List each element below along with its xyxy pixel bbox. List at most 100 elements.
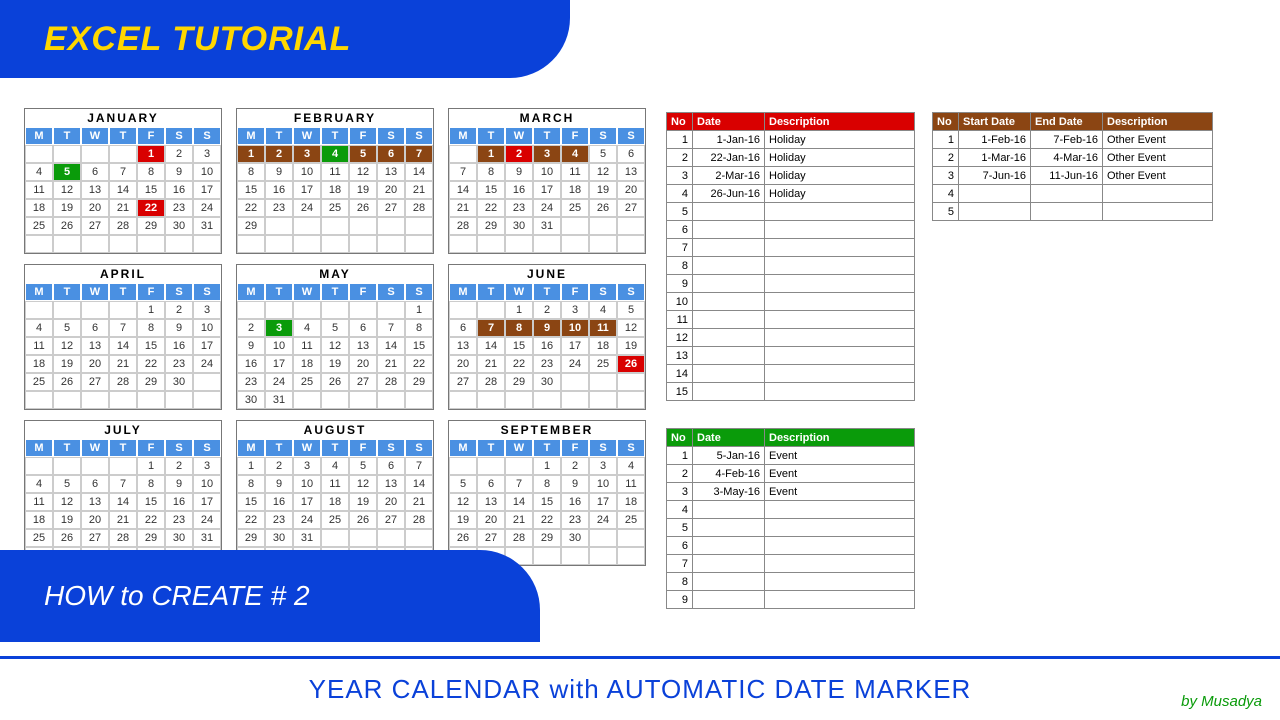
day-of-week-header: S xyxy=(377,283,405,301)
table-cell xyxy=(765,329,915,347)
day-of-week-header: S xyxy=(589,127,617,145)
date-cell xyxy=(561,373,589,391)
date-cell: 6 xyxy=(349,319,377,337)
table-cell xyxy=(1031,185,1103,203)
date-cell xyxy=(25,391,53,409)
date-cell xyxy=(589,373,617,391)
day-of-week-header: W xyxy=(293,283,321,301)
date-cell: 3 xyxy=(589,457,617,475)
date-cell: 25 xyxy=(25,373,53,391)
date-cell xyxy=(137,391,165,409)
date-cell: 22 xyxy=(505,355,533,373)
date-cell: 16 xyxy=(533,337,561,355)
table-cell xyxy=(693,329,765,347)
date-cell xyxy=(25,145,53,163)
day-of-week-header: W xyxy=(293,439,321,457)
table-header: Description xyxy=(1103,113,1213,131)
day-of-week-header: S xyxy=(193,127,221,145)
date-cell: 22 xyxy=(137,511,165,529)
day-of-week-header: T xyxy=(109,439,137,457)
table-cell xyxy=(693,537,765,555)
date-cell: 20 xyxy=(617,181,645,199)
table-cell: 4 xyxy=(933,185,959,203)
date-cell: 25 xyxy=(561,199,589,217)
month-title: FEBRUARY xyxy=(237,109,433,127)
date-cell: 11 xyxy=(589,319,617,337)
table-cell: 11-Jun-16 xyxy=(1031,167,1103,185)
date-cell: 3 xyxy=(561,301,589,319)
date-cell: 10 xyxy=(193,475,221,493)
date-cell: 26 xyxy=(617,355,645,373)
table-cell xyxy=(765,519,915,537)
day-of-week-header: T xyxy=(321,127,349,145)
date-cell xyxy=(165,391,193,409)
date-cell xyxy=(321,217,349,235)
date-cell: 4 xyxy=(25,319,53,337)
date-cell xyxy=(617,217,645,235)
date-cell: 16 xyxy=(505,181,533,199)
date-cell xyxy=(81,301,109,319)
month-march: MARCHMTWTFSS1234567891011121314151617181… xyxy=(448,108,646,254)
date-cell: 23 xyxy=(533,355,561,373)
date-cell: 18 xyxy=(25,355,53,373)
date-cell: 30 xyxy=(561,529,589,547)
date-cell: 3 xyxy=(265,319,293,337)
date-cell: 12 xyxy=(53,337,81,355)
date-cell: 24 xyxy=(561,355,589,373)
date-cell: 11 xyxy=(617,475,645,493)
table-cell: Event xyxy=(765,465,915,483)
date-cell xyxy=(617,391,645,409)
table-cell xyxy=(693,573,765,591)
date-cell: 18 xyxy=(321,493,349,511)
day-of-week-header: F xyxy=(349,283,377,301)
table-cell: 5 xyxy=(667,203,693,221)
footer-title: YEAR CALENDAR with AUTOMATIC DATE MARKER xyxy=(309,674,972,705)
date-cell: 1 xyxy=(477,145,505,163)
date-cell: 28 xyxy=(477,373,505,391)
date-cell: 27 xyxy=(81,529,109,547)
date-cell: 8 xyxy=(533,475,561,493)
date-cell: 17 xyxy=(561,337,589,355)
date-cell: 5 xyxy=(53,163,81,181)
day-of-week-header: T xyxy=(265,127,293,145)
date-cell: 28 xyxy=(405,511,433,529)
table-cell: 1-Mar-16 xyxy=(959,149,1031,167)
author-text: by Musadya xyxy=(1181,693,1262,710)
date-cell xyxy=(617,373,645,391)
table-cell: Holiday xyxy=(765,131,915,149)
date-cell: 4 xyxy=(321,145,349,163)
date-cell xyxy=(349,301,377,319)
date-cell: 8 xyxy=(405,319,433,337)
date-cell: 7 xyxy=(109,319,137,337)
date-cell xyxy=(405,217,433,235)
date-cell xyxy=(449,301,477,319)
date-cell: 29 xyxy=(505,373,533,391)
table-cell xyxy=(765,383,915,401)
date-cell xyxy=(349,235,377,253)
table-cell xyxy=(765,221,915,239)
date-cell: 31 xyxy=(293,529,321,547)
table-header: Start Date xyxy=(959,113,1031,131)
date-cell xyxy=(165,235,193,253)
date-cell: 14 xyxy=(109,181,137,199)
date-cell: 24 xyxy=(293,199,321,217)
date-cell: 30 xyxy=(237,391,265,409)
date-cell: 3 xyxy=(193,301,221,319)
date-cell: 21 xyxy=(109,511,137,529)
date-cell: 6 xyxy=(377,145,405,163)
table-row: 6 xyxy=(667,221,915,239)
date-cell: 10 xyxy=(293,163,321,181)
date-cell: 25 xyxy=(589,355,617,373)
date-cell: 4 xyxy=(25,475,53,493)
date-cell: 30 xyxy=(165,529,193,547)
date-cell: 21 xyxy=(505,511,533,529)
date-cell xyxy=(533,235,561,253)
date-cell xyxy=(265,301,293,319)
date-cell xyxy=(25,235,53,253)
table-row: 222-Jan-16Holiday xyxy=(667,149,915,167)
month-title: MARCH xyxy=(449,109,645,127)
date-cell xyxy=(477,391,505,409)
date-cell: 14 xyxy=(109,493,137,511)
date-cell: 15 xyxy=(533,493,561,511)
date-cell: 13 xyxy=(81,493,109,511)
